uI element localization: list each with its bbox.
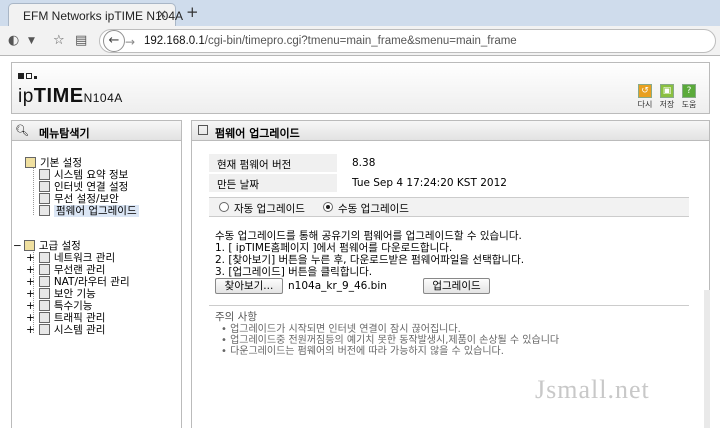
close-icon[interactable]: × bbox=[157, 7, 167, 21]
watermark: Jsmall.net bbox=[535, 375, 650, 404]
star-icon[interactable]: ☆ bbox=[53, 33, 65, 48]
iptime-logo: ipTIMEN104A bbox=[18, 85, 123, 107]
browser-tab[interactable]: EFM Networks ipTIME N104A × bbox=[8, 3, 183, 26]
system-icon bbox=[38, 324, 50, 335]
version-label: 현재 펌웨어 버전 bbox=[209, 154, 337, 172]
upgrade-button[interactable]: 업그레이드 bbox=[423, 278, 490, 294]
upgrade-instructions: 수동 업그레이드를 통해 공유기의 펌웨어를 업그레이드할 수 있습니다. 1.… bbox=[215, 230, 525, 278]
page-title: 펌웨어 업그레이드 bbox=[215, 127, 300, 140]
refresh-icon: ↺ bbox=[638, 84, 652, 98]
version-value: 8.38 bbox=[352, 157, 376, 169]
folder-icon bbox=[25, 157, 36, 168]
browse-button[interactable]: 찾아보기... bbox=[215, 278, 283, 294]
reader-icon[interactable]: ▤ bbox=[75, 33, 87, 48]
menu-title: 메뉴탐색기 bbox=[39, 127, 90, 140]
date-value: Tue Sep 4 17:24:20 KST 2012 bbox=[352, 177, 507, 189]
menu-item-system[interactable]: + 시스템 관리 bbox=[26, 322, 105, 337]
collapse-icon[interactable]: − bbox=[13, 240, 22, 252]
info-row-version: 현재 펌웨어 버전 8.38 bbox=[209, 154, 689, 172]
save-icon: ▣ bbox=[660, 84, 674, 98]
auto-upgrade-label[interactable]: 자동 업그레이드 bbox=[234, 201, 305, 216]
info-row-date: 만든 날짜 Tue Sep 4 17:24:20 KST 2012 bbox=[209, 174, 689, 192]
manual-upgrade-radio[interactable] bbox=[323, 202, 333, 212]
note-item: 다운그레이드는 펌웨어의 버전에 따라 가능하지 않을 수 있습니다. bbox=[221, 346, 689, 357]
url-text: 192.168.0.1/cgi-bin/timepro.cgi?tmenu=ma… bbox=[144, 35, 517, 47]
date-label: 만든 날짜 bbox=[209, 174, 337, 192]
note-item: 업그레이드중 전원꺼짐등의 예기치 못한 동작발생시,제품이 손상될 수 있습니… bbox=[221, 335, 689, 346]
logo-squares-icon bbox=[18, 69, 39, 82]
panel-icon bbox=[198, 125, 208, 135]
help-icon: ? bbox=[682, 84, 696, 98]
menu-header: 🔍︎ 메뉴탐색기 bbox=[12, 121, 181, 141]
arrow-left-icon: ← bbox=[108, 33, 120, 48]
address-bar[interactable]: 192.168.0.1/cgi-bin/timepro.cgi?tmenu=ma… bbox=[99, 29, 716, 53]
new-tab-button[interactable]: + bbox=[186, 3, 199, 21]
save-button[interactable]: ▣ 저장 bbox=[658, 84, 676, 110]
menu-explorer: 🔍︎ 메뉴탐색기 기본 설정 시스템 요약 정보 인터넷 연결 설정 무선 설정… bbox=[11, 120, 182, 428]
firmware-icon bbox=[39, 205, 50, 216]
note-item: 업그레이드가 시작되면 인터넷 연결이 잠시 끊어집니다. bbox=[221, 324, 689, 335]
scrollbar[interactable] bbox=[704, 290, 710, 428]
back-button[interactable]: ← bbox=[103, 30, 125, 52]
search-icon: 🔍︎ bbox=[15, 124, 29, 137]
browser-tab-bar: EFM Networks ipTIME N104A × + bbox=[0, 0, 720, 26]
help-button[interactable]: ? 도움 bbox=[680, 84, 698, 110]
notes-title: 주의 사항 bbox=[215, 311, 257, 323]
manual-upgrade-label[interactable]: 수동 업그레이드 bbox=[338, 201, 409, 216]
selected-file-name: n104a_kr_9_46.bin bbox=[288, 280, 387, 292]
chevron-down-icon[interactable]: ▼ bbox=[28, 36, 35, 46]
panel-header: 펌웨어 업그레이드 bbox=[192, 121, 709, 141]
expand-icon[interactable]: + bbox=[26, 324, 35, 336]
extension-icon[interactable]: ◐ bbox=[8, 33, 19, 48]
auto-upgrade-radio[interactable] bbox=[219, 202, 229, 212]
browser-toolbar: ◐ ▼ ☆ ▤ 192.168.0.1/cgi-bin/timepro.cgi?… bbox=[0, 26, 720, 56]
router-header: ipTIMEN104A ↺ 다시 ▣ 저장 ? 도움 bbox=[11, 62, 710, 114]
refresh-button[interactable]: ↺ 다시 bbox=[636, 84, 654, 110]
menu-item-firmware-upgrade[interactable]: 펌웨어 업그레이드 bbox=[39, 203, 139, 218]
upgrade-mode-selector: 자동 업그레이드 수동 업그레이드 bbox=[209, 197, 689, 217]
firmware-info: 현재 펌웨어 버전 8.38 만든 날짜 Tue Sep 4 17:24:20 … bbox=[209, 154, 689, 194]
caution-notes: 주의 사항 업그레이드가 시작되면 인터넷 연결이 잠시 끊어집니다. 업그레이… bbox=[209, 305, 689, 357]
